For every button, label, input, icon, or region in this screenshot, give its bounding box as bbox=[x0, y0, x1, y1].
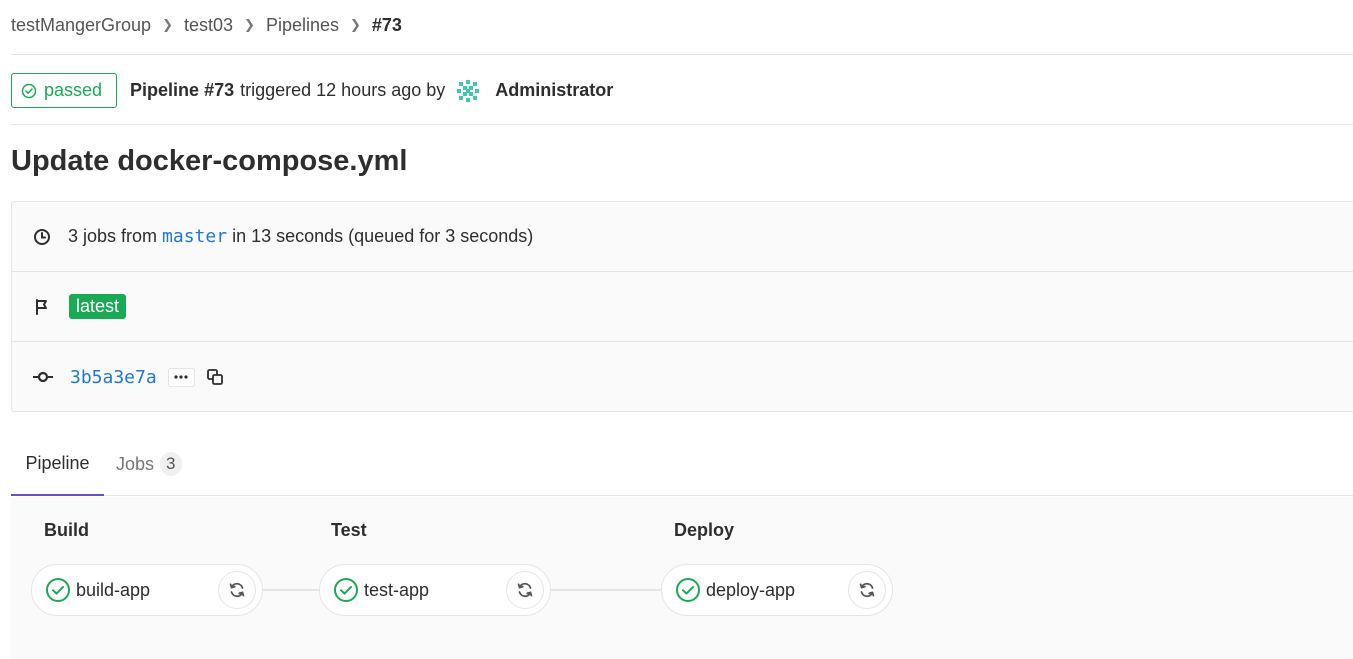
pipeline-info-box: 3 jobs from master in 13 seconds (queued… bbox=[11, 201, 1353, 412]
tab-pipeline-label: Pipeline bbox=[25, 452, 90, 473]
tab-jobs[interactable]: Jobs 3 bbox=[116, 432, 182, 496]
copy-icon[interactable] bbox=[206, 368, 224, 386]
avatar-icon bbox=[456, 78, 481, 103]
jobs-count-badge: 3 bbox=[160, 452, 182, 476]
chevron-right-icon: ❯ bbox=[162, 17, 173, 32]
retry-button[interactable] bbox=[848, 571, 886, 609]
chevron-right-icon: ❯ bbox=[349, 17, 361, 32]
pipeline-label: Pipeline #73 bbox=[130, 80, 235, 100]
job-name: build-app bbox=[76, 579, 151, 600]
breadcrumb-current[interactable]: #73 bbox=[372, 15, 402, 36]
triggered-text: triggered 12 hours ago by bbox=[240, 80, 446, 100]
breadcrumb-group[interactable]: testMangerGroup bbox=[11, 15, 151, 36]
stage-title-test: Test bbox=[331, 520, 367, 540]
job-build-app[interactable]: build-app bbox=[31, 564, 263, 616]
commit-sha-link[interactable]: 3b5a3e7a bbox=[70, 367, 157, 388]
check-circle-icon bbox=[676, 578, 700, 602]
tab-jobs-label: Jobs bbox=[116, 453, 155, 474]
retry-button[interactable] bbox=[218, 571, 256, 609]
expand-commit-button[interactable] bbox=[167, 367, 195, 387]
branch-link[interactable]: master bbox=[162, 226, 227, 247]
job-name: test-app bbox=[364, 579, 430, 600]
retry-icon bbox=[859, 582, 875, 598]
pipeline-info: Pipeline #73 triggered 12 hours ago by A… bbox=[130, 78, 613, 104]
jobs-summary-suffix: in 13 seconds (queued for 3 seconds) bbox=[232, 226, 534, 246]
breadcrumb-pipelines[interactable]: Pipelines bbox=[266, 15, 339, 36]
tags-row: latest bbox=[12, 272, 1353, 342]
breadcrumb: testMangerGroup ❯ test03 ❯ Pipelines ❯ #… bbox=[11, 12, 402, 38]
breadcrumb-project[interactable]: test03 bbox=[184, 15, 233, 36]
status-label: passed bbox=[44, 80, 103, 100]
stage-connector bbox=[550, 589, 661, 591]
retry-button[interactable] bbox=[506, 571, 544, 609]
clock-icon bbox=[32, 227, 52, 247]
tab-pipeline[interactable]: Pipeline bbox=[11, 432, 104, 496]
retry-icon bbox=[229, 582, 245, 598]
check-circle-icon bbox=[46, 578, 70, 602]
job-name: deploy-app bbox=[706, 579, 796, 600]
stage-title-deploy: Deploy bbox=[674, 520, 735, 540]
status-badge[interactable]: passed bbox=[11, 73, 118, 108]
stage-title-build: Build bbox=[44, 520, 89, 540]
latest-badge: latest bbox=[69, 294, 127, 319]
commit-icon bbox=[32, 367, 54, 387]
pipeline-header: passed Pipeline #73 triggered 12 hours a… bbox=[11, 73, 613, 108]
commit-row: 3b5a3e7a bbox=[12, 342, 1353, 412]
jobs-summary-row: 3 jobs from master in 13 seconds (queued… bbox=[12, 202, 1353, 272]
divider bbox=[11, 124, 1353, 125]
check-circle-icon bbox=[21, 83, 37, 98]
flag-icon bbox=[32, 297, 52, 317]
avatar[interactable] bbox=[455, 78, 481, 104]
retry-icon bbox=[517, 582, 533, 598]
pipeline-graph: Build Test Deploy build-app test-app dep… bbox=[11, 497, 1353, 659]
jobs-summary-prefix: 3 jobs from bbox=[68, 226, 158, 246]
stage-connector bbox=[263, 589, 320, 591]
pipeline-tabs: Pipeline Jobs 3 bbox=[11, 432, 1353, 496]
chevron-right-icon: ❯ bbox=[244, 17, 255, 32]
divider bbox=[11, 54, 1353, 55]
ellipsis-icon bbox=[174, 375, 188, 379]
job-deploy-app[interactable]: deploy-app bbox=[661, 564, 893, 616]
page-title: Update docker-compose.yml bbox=[11, 145, 408, 177]
check-circle-icon bbox=[334, 578, 358, 602]
job-test-app[interactable]: test-app bbox=[319, 564, 551, 616]
user-link[interactable]: Administrator bbox=[495, 80, 613, 101]
